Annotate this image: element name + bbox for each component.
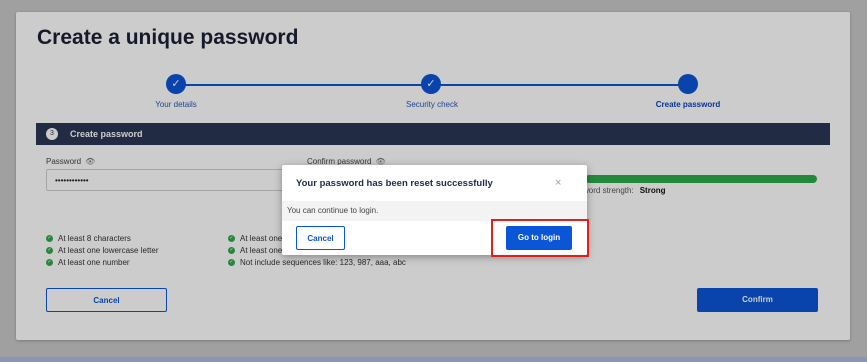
- highlight-box: [491, 219, 589, 257]
- dialog-message: You can continue to login.: [282, 201, 587, 221]
- close-icon[interactable]: ×: [555, 177, 561, 189]
- dialog-title: Your password has been reset successfull…: [296, 178, 493, 189]
- dialog-cancel-button[interactable]: Cancel: [296, 226, 345, 250]
- bottom-bar: [0, 357, 867, 362]
